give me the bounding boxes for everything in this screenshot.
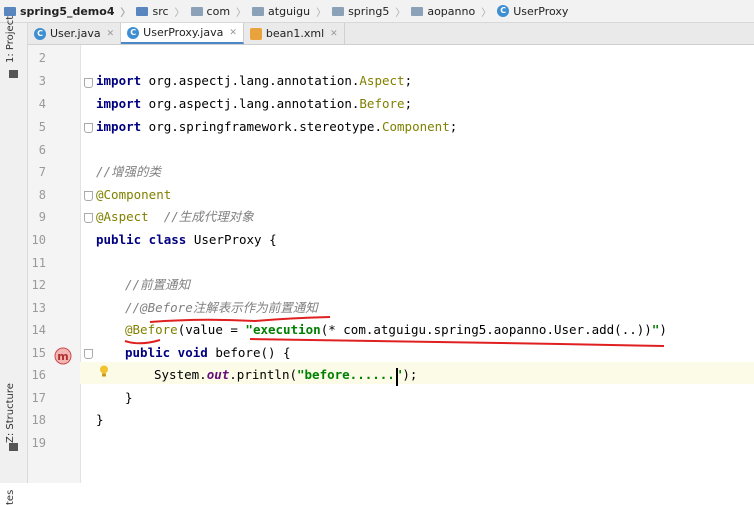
hand-drawn-annotations [124,316,665,386]
favorites-tool-button[interactable]: tes [5,490,16,505]
